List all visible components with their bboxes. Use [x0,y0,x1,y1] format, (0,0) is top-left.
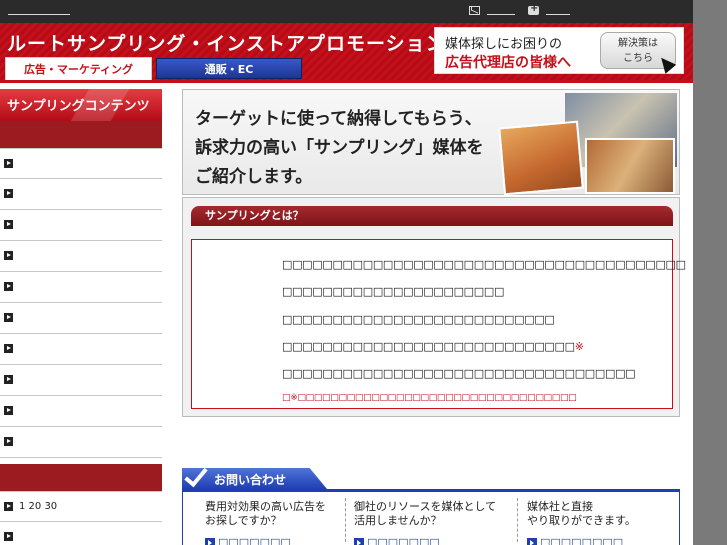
arrow-right-icon [4,313,13,322]
contact-col-direct: 媒体社と直接 やり取りができます。 □□□□□□□□ [527,500,636,545]
arrow-right-icon [205,538,215,545]
hero-line-3: ご紹介します。 [195,167,313,187]
contact-col-line2: お探しですか？ [205,514,282,527]
sidebar-item[interactable] [0,396,162,427]
arrow-right-icon [4,251,13,260]
about-asterisk: ※ [574,340,584,353]
about-line-2: □□□□□□□□□□□□□□□□□□□□□□ [282,285,505,298]
plus-icon[interactable] [528,3,539,15]
about-line-4: □□□□□□□□□□□□□□□□□□□□□□□□□□□□□※ [282,340,584,353]
sidebar: サンプリングコンテンツ 1 20 30 [0,89,162,545]
arrow-right-icon [4,220,13,229]
solution-button[interactable]: 解決策は こちら [600,32,677,74]
top-link-mail[interactable] [487,14,515,15]
sidebar-item-label: 1 20 30 [19,501,58,512]
arrow-right-icon [4,189,13,198]
tab-mail-order-ec[interactable]: 通販・EC [156,58,302,79]
tab-advertising-marketing[interactable]: 広告・マーケティング [5,57,152,80]
about-note: □※□□□□□□□□□□□□□□□□□□□□□□□□□□□□□□□□□□ [282,393,577,403]
contact-link-text: □□□□□□□ [218,536,291,545]
sidebar-item[interactable] [0,522,162,545]
top-link-left[interactable] [8,14,70,15]
page: ルートサンプリング・インストアプロモーション 媒体探しにお困りの 広告代理店の皆… [0,0,727,545]
hero-line-1: ターゲットに使って納得してもらう、 [195,109,482,129]
contact-col-line2: やり取りができます。 [527,514,636,527]
hero-banner: ターゲットに使って納得してもらう、 訴求力の高い「サンプリング」媒体を ご紹介し… [182,89,680,196]
solution-button-line1: 解決策は [618,38,658,49]
arrow-right-icon [354,538,364,545]
promo-line-2: 広告代理店の皆様へ [445,55,571,71]
sidebar-item[interactable] [0,303,162,334]
sidebar-item[interactable] [0,365,162,396]
website: ルートサンプリング・インストアプロモーション 媒体探しにお困りの 広告代理店の皆… [0,0,693,545]
sidebar-item[interactable] [0,427,162,458]
sidebar-item[interactable] [0,272,162,303]
about-sampling-section: サンプリングとは？ □□□□□□□□□□□□□□□□□□□□□□□□□□□□□□… [182,197,686,417]
contact-col-advertisers: 費用対効果の高い広告を お探しですか？ □□□□□□□ [205,500,326,545]
sidebar-section-header [0,464,162,491]
arrow-right-icon [4,437,13,446]
arrow-right-icon [4,502,13,511]
hero-photo-display [585,138,675,194]
hero-line-2: 訴求力の高い「サンプリング」媒体を [195,138,484,158]
contact-link-text: □□□□□□□□ [540,536,624,545]
contact-col-line1: 御社のリソースを媒体として [354,500,497,513]
tab-underline [0,80,693,83]
agency-promo-banner[interactable]: 媒体探しにお困りの 広告代理店の皆様へ 解決策は こちら [434,27,684,74]
sidebar-item[interactable]: 1 20 30 [0,491,162,522]
arrow-right-icon [4,159,13,168]
contact-col-divider [517,498,518,542]
arrow-right-icon [527,538,537,545]
mail-icon[interactable] [469,6,480,15]
site-title[interactable]: ルートサンプリング・インストアプロモーション [7,29,446,56]
contact-link-direct[interactable]: □□□□□□□□ [527,536,636,545]
contact-tab: お問い合わせ [182,468,327,489]
sidebar-item[interactable] [0,210,162,241]
top-utility-bar [0,0,693,23]
contact-link-media-owners[interactable]: □□□□□□□ [354,536,496,545]
sidebar-title-text: サンプリングコンテンツ [7,99,150,114]
arrow-right-icon [4,375,13,384]
arrow-right-icon [4,344,13,353]
sidebar-item[interactable] [0,148,162,179]
contact-col-line1: 媒体社と直接 [527,500,593,513]
contact-section: 費用対効果の高い広告を お探しですか？ □□□□□□□ 御社のリソースを媒体とし… [182,492,680,545]
contact-col-divider [345,498,346,542]
contact-col-line2: 活用しませんか？ [354,514,442,527]
about-sampling-body: □□□□□□□□□□□□□□□□□□□□□□□□□□□□□□□□□□□□□□□□… [191,239,686,409]
sidebar-title: サンプリングコンテンツ [0,89,162,121]
arrow-right-icon [4,406,13,415]
checkmark-icon [184,468,208,488]
hero-photo-sample-rack [498,120,584,196]
about-sampling-title: サンプリングとは？ [191,206,673,226]
about-line-1: □□□□□□□□□□□□□□□□□□□□□□□□□□□□□□□□□□□□□□□□ [282,258,686,271]
contact-tab-label: お問い合わせ [214,473,287,487]
about-line-4-text: □□□□□□□□□□□□□□□□□□□□□□□□□□□□□ [282,340,575,353]
arrow-right-icon [4,282,13,291]
about-line-5: □□□□□□□□□□□□□□□□□□□□□□□□□□□□□□□□□□□ [282,367,636,380]
promo-line-1: 媒体探しにお困りの [445,37,563,52]
sidebar-item[interactable] [0,179,162,210]
contact-link-advertisers[interactable]: □□□□□□□ [205,536,326,545]
arrow-right-icon [4,532,13,541]
sidebar-item[interactable] [0,241,162,272]
sidebar-section-header [0,121,162,148]
sidebar-item[interactable] [0,334,162,365]
contact-link-text: □□□□□□□ [367,536,440,545]
top-link-plus[interactable] [546,14,570,15]
contact-col-media-owners: 御社のリソースを媒体として 活用しませんか？ □□□□□□□ [354,500,496,545]
about-line-3: □□□□□□□□□□□□□□□□□□□□□□□□□□□ [282,313,555,326]
contact-col-line1: 費用対効果の高い広告を [205,500,326,513]
